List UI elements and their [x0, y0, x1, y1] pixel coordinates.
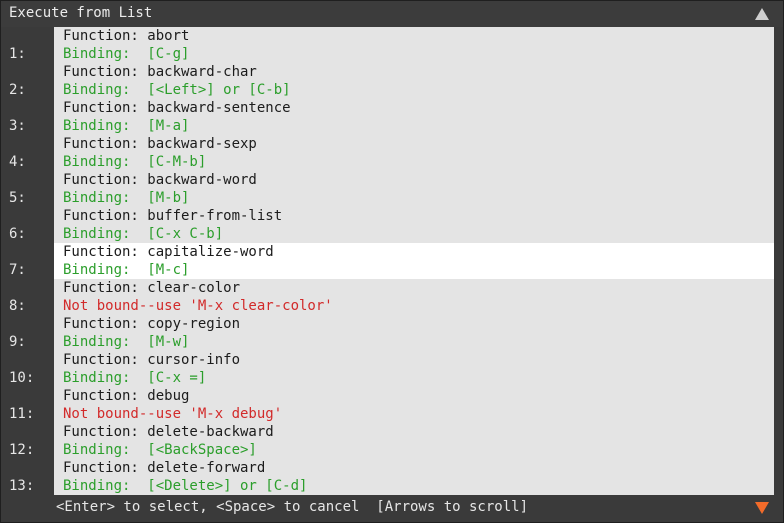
item-number: 13:	[9, 478, 35, 494]
execute-from-list-dialog: Execute from List 1: Function: abort Bindi…	[0, 0, 784, 523]
list-item[interactable]: 6: Function: buffer-from-list Binding: [C-…	[1, 207, 783, 243]
function-name: Function: copy-region	[63, 316, 241, 332]
list-item[interactable]: 1: Function: abort Binding: [C-g]	[1, 27, 783, 63]
list-item-entry[interactable]: Function: abort Binding: [C-g]	[54, 27, 774, 63]
item-number: 9:	[9, 334, 26, 350]
list-item-entry[interactable]: Function: capitalize-word Binding: [M-c]	[54, 243, 774, 279]
list-item[interactable]: 4: Function: backward-sexp Binding: [C-M-b…	[1, 135, 783, 171]
list-item[interactable]: 11: Function: debug Not bound--use 'M-x de…	[1, 387, 783, 423]
item-number: 12:	[9, 442, 35, 458]
item-number: 5:	[9, 190, 26, 206]
list-item-entry[interactable]: Function: buffer-from-list Binding: [C-x …	[54, 207, 774, 243]
item-number: 7:	[9, 262, 26, 278]
key-binding: Binding: [C-g]	[63, 46, 190, 62]
key-binding: Binding: [C-M-b]	[63, 154, 207, 170]
function-name: Function: backward-word	[63, 172, 257, 188]
triangle-down-icon[interactable]	[755, 502, 769, 514]
list-item[interactable]: 13: Function: delete-forward Binding: [<De…	[1, 459, 783, 495]
title-bar: Execute from List	[1, 1, 783, 27]
function-name: Function: clear-color	[63, 280, 241, 296]
dialog-title: Execute from List	[9, 5, 153, 21]
list-item-entry[interactable]: Function: backward-sentence Binding: [M-a…	[54, 99, 774, 135]
triangle-up-icon[interactable]	[755, 8, 769, 20]
item-number: 1:	[9, 46, 26, 62]
key-binding: Binding: [M-b]	[63, 190, 190, 206]
key-binding: Binding: [C-x C-b]	[63, 226, 224, 242]
function-name: Function: buffer-from-list	[63, 208, 283, 224]
list-item-entry[interactable]: Function: delete-backward Binding: [<Back…	[54, 423, 774, 459]
function-name: Function: capitalize-word	[63, 244, 274, 260]
list-item-entry[interactable]: Function: cursor-info Binding: [C-x =]	[54, 351, 774, 387]
function-name: Function: backward-sentence	[63, 100, 291, 116]
footer-bar: <Enter> to select, <Space> to cancel [Ar…	[1, 495, 783, 522]
list-item-entry[interactable]: Function: backward-char Binding: [<Left>]…	[54, 63, 774, 99]
key-binding: Binding: [M-w]	[63, 334, 190, 350]
item-number: 2:	[9, 82, 26, 98]
key-binding: Binding: [<BackSpace>]	[63, 442, 257, 458]
list-item[interactable]: 7: Function: capitalize-word Binding: [M-c…	[1, 243, 783, 279]
keyboard-hint: <Enter> to select, <Space> to cancel [Ar…	[56, 499, 529, 515]
list-item-entry[interactable]: Function: copy-region Binding: [M-w]	[54, 315, 774, 351]
list-item[interactable]: 10: Function: cursor-info Binding: [C-x =]	[1, 351, 783, 387]
function-name: Function: backward-char	[63, 64, 257, 80]
function-name: Function: debug	[63, 388, 190, 404]
function-name: Function: delete-backward	[63, 424, 274, 440]
not-bound-notice: Not bound--use 'M-x debug'	[63, 406, 283, 422]
function-name: Function: cursor-info	[63, 352, 241, 368]
item-number: 11:	[9, 406, 35, 422]
key-binding: Binding: [M-a]	[63, 118, 190, 134]
not-bound-notice: Not bound--use 'M-x clear-color'	[63, 298, 333, 314]
list-item[interactable]: 5: Function: backward-word Binding: [M-b]	[1, 171, 783, 207]
list-item[interactable]: 9: Function: copy-region Binding: [M-w]	[1, 315, 783, 351]
function-name: Function: abort	[63, 28, 190, 44]
list-item-entry[interactable]: Function: backward-sexp Binding: [C-M-b]	[54, 135, 774, 171]
list-item-entry[interactable]: Function: backward-word Binding: [M-b]	[54, 171, 774, 207]
key-binding: Binding: [C-x =]	[63, 370, 207, 386]
function-name: Function: delete-forward	[63, 460, 266, 476]
list-item-entry[interactable]: Function: clear-color Not bound--use 'M-x…	[54, 279, 774, 315]
item-number: 6:	[9, 226, 26, 242]
key-binding: Binding: [<Left>] or [C-b]	[63, 82, 291, 98]
function-name: Function: backward-sexp	[63, 136, 257, 152]
function-list: 1: Function: abort Binding: [C-g] 2: Functio…	[1, 27, 783, 495]
item-number: 4:	[9, 154, 26, 170]
list-item[interactable]: 8: Function: clear-color Not bound--use 'M…	[1, 279, 783, 315]
list-item[interactable]: 2: Function: backward-char Binding: [<Left…	[1, 63, 783, 99]
key-binding: Binding: [<Delete>] or [C-d]	[63, 478, 308, 494]
list-item-entry[interactable]: Function: debug Not bound--use 'M-x debug…	[54, 387, 774, 423]
list-item[interactable]: 3: Function: backward-sentence Binding: [M…	[1, 99, 783, 135]
item-number: 3:	[9, 118, 26, 134]
list-item-entry[interactable]: Function: delete-forward Binding: [<Delet…	[54, 459, 774, 495]
item-number: 8:	[9, 298, 26, 314]
list-item[interactable]: 12: Function: delete-backward Binding: [<B…	[1, 423, 783, 459]
key-binding: Binding: [M-c]	[63, 262, 190, 278]
item-number: 10:	[9, 370, 35, 386]
